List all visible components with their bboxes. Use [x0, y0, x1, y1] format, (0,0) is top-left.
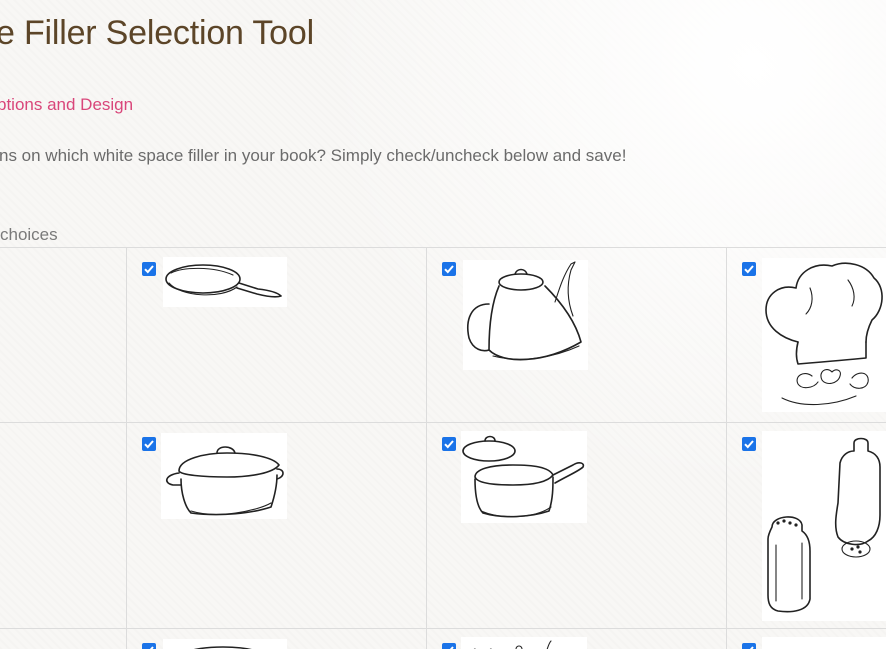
choices-label: choices — [0, 225, 58, 244]
chef-hat-icon — [762, 258, 886, 412]
filler-checkbox[interactable] — [142, 437, 156, 451]
filler-checkbox[interactable] — [142, 262, 156, 276]
grid-cell-chef-hat — [727, 248, 886, 423]
grid-cell-casserole — [127, 423, 427, 629]
grid-cell-salt-pepper — [727, 423, 886, 629]
saucepan-icon — [461, 431, 587, 523]
filler-checkbox[interactable] — [742, 437, 756, 451]
grid-cell-frying-pan — [127, 248, 427, 423]
page-title: e Filler Selection Tool — [0, 14, 314, 52]
kettle-icon — [463, 260, 588, 370]
kitchen-item-icon — [762, 637, 886, 649]
filler-checkbox[interactable] — [442, 643, 456, 649]
grid-cell-dish — [127, 629, 427, 649]
salt-pepper-shakers-icon — [762, 431, 886, 621]
breadcrumb-link[interactable]: ptions and Design — [0, 95, 133, 115]
grid-cell-empty — [0, 423, 127, 629]
intro-text: ns on which white space filler in your b… — [0, 146, 627, 165]
filler-checkbox[interactable] — [442, 437, 456, 451]
grid-cell-kitchen-item — [727, 629, 886, 649]
utensils-icon — [461, 637, 587, 649]
dish-icon — [163, 639, 287, 649]
filler-checkbox[interactable] — [742, 262, 756, 276]
grid-cell-saucepan — [427, 423, 727, 629]
casserole-pot-icon — [161, 433, 287, 519]
grid-cell-kettle — [427, 248, 727, 423]
grid-cell-empty — [0, 629, 127, 649]
filler-checkbox[interactable] — [442, 262, 456, 276]
filler-checkbox[interactable] — [742, 643, 756, 649]
grid-cell-empty — [0, 248, 127, 423]
filler-grid — [0, 247, 886, 649]
grid-cell-utensils — [427, 629, 727, 649]
frying-pan-icon — [163, 257, 287, 307]
filler-checkbox[interactable] — [142, 643, 156, 649]
